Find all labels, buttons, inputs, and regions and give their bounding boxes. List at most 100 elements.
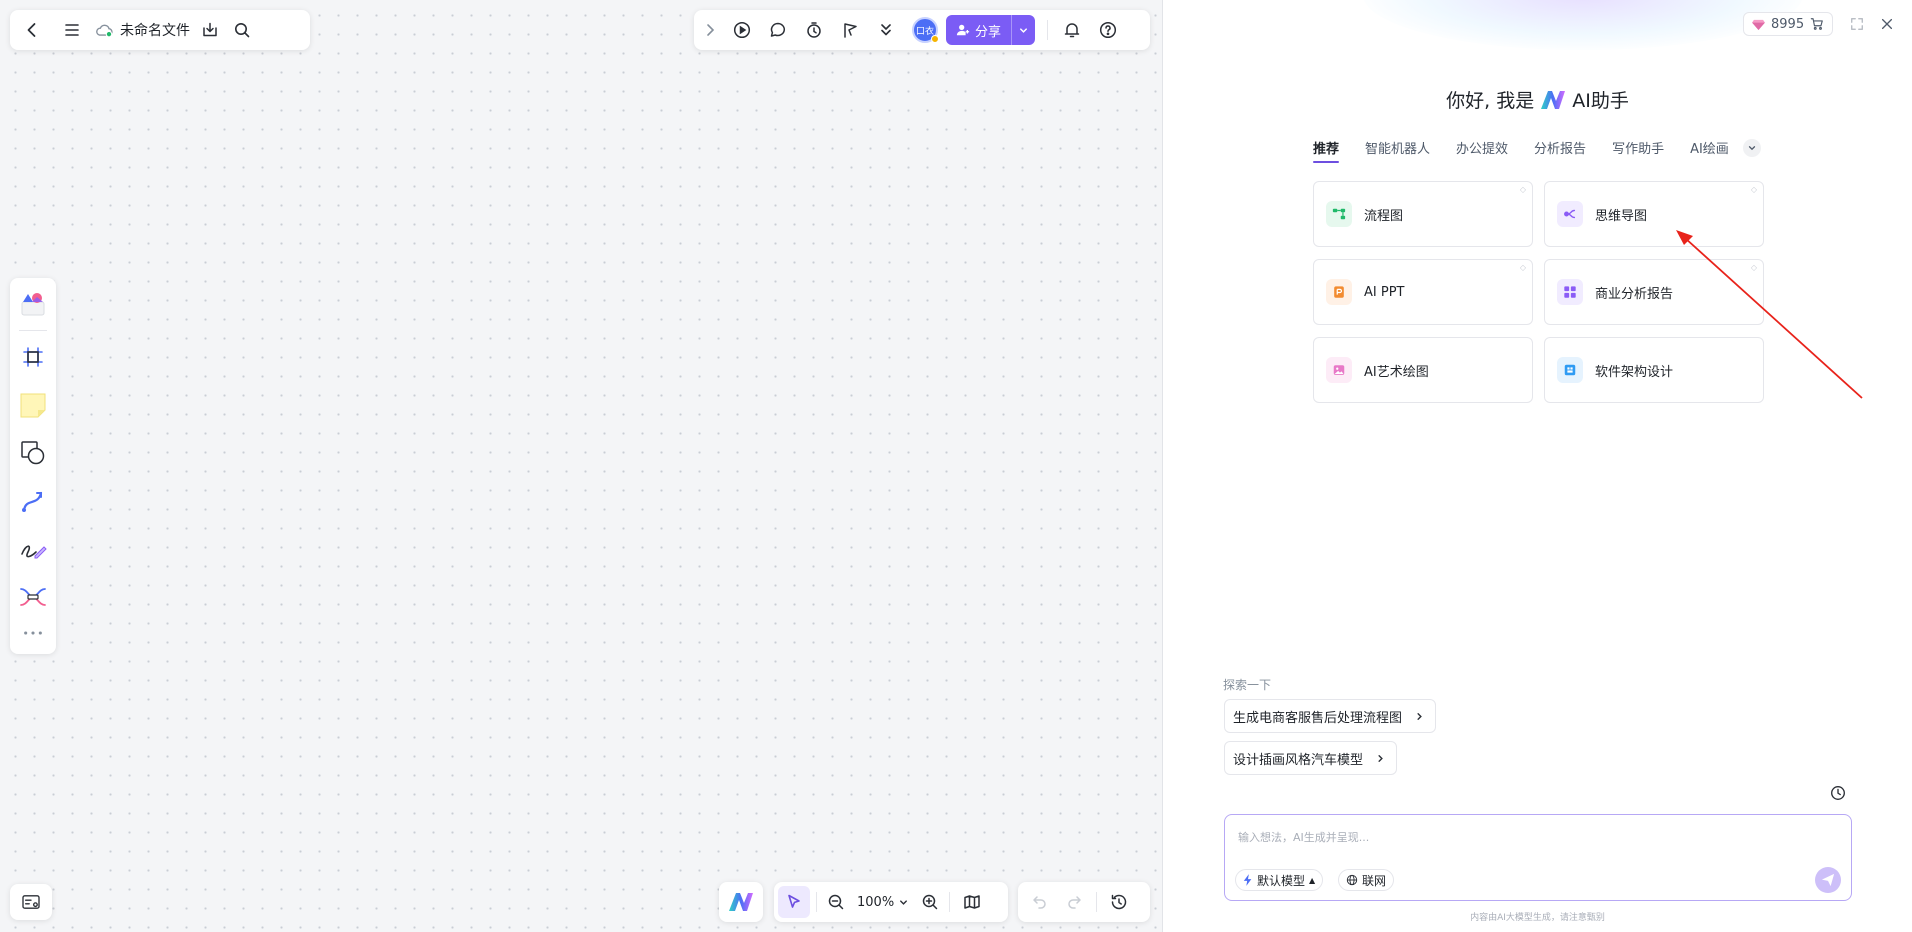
tool-divider bbox=[19, 330, 47, 331]
tab-office[interactable]: 办公提效 bbox=[1456, 138, 1508, 163]
comment-icon[interactable] bbox=[762, 14, 794, 46]
history-icon[interactable] bbox=[1103, 886, 1135, 918]
frame-icon[interactable] bbox=[15, 339, 51, 375]
status-dot bbox=[931, 35, 939, 43]
suggestion-chip[interactable]: 生成电商客服售后处理流程图 bbox=[1224, 699, 1437, 733]
tab-smart-bot[interactable]: 智能机器人 bbox=[1365, 138, 1430, 163]
architecture-icon bbox=[1557, 357, 1583, 383]
ppt-icon bbox=[1326, 279, 1352, 305]
report-icon bbox=[1557, 279, 1583, 305]
feature-label: 思维导图 bbox=[1595, 208, 1648, 224]
toolbar-divider bbox=[949, 892, 951, 912]
cart-icon[interactable] bbox=[1810, 17, 1824, 31]
zoom-in-icon[interactable] bbox=[917, 886, 943, 918]
download-icon[interactable] bbox=[194, 14, 226, 46]
map-icon[interactable] bbox=[956, 886, 988, 918]
feature-ai-art[interactable]: AI艺术绘图 bbox=[1313, 337, 1533, 403]
share-button[interactable]: 分享 bbox=[946, 15, 1036, 45]
chat-history-icon[interactable] bbox=[1829, 784, 1849, 804]
ai-logo-icon bbox=[1540, 90, 1566, 110]
sticky-note-icon[interactable] bbox=[15, 387, 51, 423]
connector-icon[interactable] bbox=[15, 483, 51, 519]
menu-icon[interactable] bbox=[56, 14, 88, 46]
art-icon bbox=[1326, 357, 1352, 383]
ai-disclaimer: 内容由AI大模型生成，请注意甄别 bbox=[1470, 913, 1605, 923]
pen-icon[interactable] bbox=[15, 531, 51, 567]
toolbar-divider bbox=[1096, 892, 1097, 912]
feature-business-report[interactable]: 商业分析报告 ◇ bbox=[1544, 259, 1764, 325]
caret-up-icon: ▲ bbox=[1309, 875, 1316, 885]
cloud-sync-icon bbox=[94, 23, 114, 38]
share-label: 分享 bbox=[975, 24, 1002, 40]
pin-icon[interactable]: ◇ bbox=[1520, 263, 1526, 272]
chevron-down-icon[interactable] bbox=[1742, 138, 1761, 157]
category-tabs: 推荐 智能机器人 办公提效 分析报告 写作助手 AI绘画 bbox=[1313, 138, 1761, 163]
mindmap-icon[interactable] bbox=[15, 579, 51, 615]
bell-icon[interactable] bbox=[1056, 14, 1088, 46]
tab-ai-painting[interactable]: AI绘画 bbox=[1690, 138, 1729, 163]
undo-icon[interactable] bbox=[1024, 886, 1056, 918]
chevron-right-icon bbox=[1414, 711, 1425, 722]
redo-icon[interactable] bbox=[1058, 886, 1090, 918]
feature-label: AI PPT bbox=[1364, 284, 1405, 300]
share-dropdown-icon[interactable] bbox=[1011, 15, 1035, 45]
fullscreen-icon[interactable] bbox=[1845, 12, 1869, 36]
web-search-toggle[interactable]: 联网 bbox=[1338, 869, 1395, 891]
pin-icon[interactable]: ◇ bbox=[1751, 263, 1757, 272]
more-icon[interactable] bbox=[15, 623, 51, 643]
close-icon[interactable] bbox=[1875, 12, 1899, 36]
share-main[interactable]: 分享 bbox=[946, 15, 1011, 45]
model-label: 默认模型 bbox=[1257, 873, 1306, 888]
tab-recommend[interactable]: 推荐 bbox=[1313, 138, 1340, 163]
prompt-input[interactable]: 输入想法，AI生成并呈现... bbox=[1238, 829, 1369, 845]
collapse-icon[interactable] bbox=[870, 14, 902, 46]
collab-toolbar: 口衣 分享 bbox=[694, 10, 1150, 50]
ai-assistant-panel: 8995 你好, 我是 AI助手 推荐 智能机器人 办公提效 分析报告 写作助手… bbox=[1163, 0, 1912, 932]
whiteboard-canvas[interactable] bbox=[0, 0, 1162, 932]
feature-mindmap[interactable]: 思维导图 ◇ bbox=[1544, 181, 1764, 247]
mindmap-icon bbox=[1557, 201, 1583, 227]
feature-label: 流程图 bbox=[1364, 208, 1404, 224]
flag-icon[interactable] bbox=[834, 14, 866, 46]
credits-count: 8995 bbox=[1771, 16, 1805, 32]
file-name[interactable]: 未命名文件 bbox=[94, 20, 190, 40]
send-button[interactable] bbox=[1815, 867, 1841, 893]
user-avatar[interactable]: 口衣 bbox=[912, 17, 939, 43]
pointer-icon[interactable] bbox=[778, 886, 810, 918]
play-icon[interactable] bbox=[726, 14, 758, 46]
templates-icon[interactable] bbox=[15, 286, 51, 322]
web-label: 联网 bbox=[1362, 873, 1387, 888]
shape-icon[interactable] bbox=[15, 435, 51, 471]
chevron-down-icon bbox=[898, 897, 909, 908]
model-select[interactable]: 默认模型 ▲ bbox=[1235, 869, 1324, 891]
globe-icon bbox=[1346, 874, 1358, 886]
feature-flowchart[interactable]: 流程图 ◇ bbox=[1313, 181, 1533, 247]
ai-greeting: 你好, 我是 AI助手 bbox=[1163, 86, 1912, 113]
suggestion-chip[interactable]: 设计插画风格汽车模型 bbox=[1224, 741, 1398, 775]
avatar-text: 口衣 bbox=[915, 26, 934, 37]
pin-icon[interactable]: ◇ bbox=[1520, 185, 1526, 194]
tab-analysis[interactable]: 分析报告 bbox=[1534, 138, 1586, 163]
back-icon[interactable] bbox=[16, 14, 48, 46]
search-icon[interactable] bbox=[226, 14, 258, 46]
zoom-out-icon[interactable] bbox=[823, 886, 849, 918]
feature-software-architecture[interactable]: 软件架构设计 bbox=[1544, 337, 1764, 403]
greeting-prefix: 你好, 我是 bbox=[1446, 90, 1535, 112]
minimap-icon[interactable] bbox=[10, 884, 52, 920]
credits-badge[interactable]: 8995 bbox=[1743, 12, 1834, 36]
toolbar-divider bbox=[816, 892, 817, 912]
expand-right-icon[interactable] bbox=[698, 14, 722, 46]
timer-icon[interactable] bbox=[798, 14, 830, 46]
greeting-suffix: AI助手 bbox=[1572, 90, 1629, 112]
help-icon[interactable] bbox=[1092, 14, 1124, 46]
history-toolbar bbox=[1018, 882, 1150, 922]
zoom-level-select[interactable]: 100% bbox=[851, 895, 915, 910]
file-name-label: 未命名文件 bbox=[120, 23, 190, 39]
file-toolbar: 未命名文件 bbox=[10, 10, 310, 50]
pin-icon[interactable]: ◇ bbox=[1751, 185, 1757, 194]
ai-logo-icon[interactable] bbox=[719, 882, 763, 922]
tab-writing[interactable]: 写作助手 bbox=[1612, 138, 1664, 163]
prompt-input-box[interactable]: 输入想法，AI生成并呈现... 默认模型 ▲ 联网 bbox=[1224, 814, 1852, 901]
feature-ai-ppt[interactable]: AI PPT ◇ bbox=[1313, 259, 1533, 325]
chevron-right-icon bbox=[1375, 753, 1386, 764]
